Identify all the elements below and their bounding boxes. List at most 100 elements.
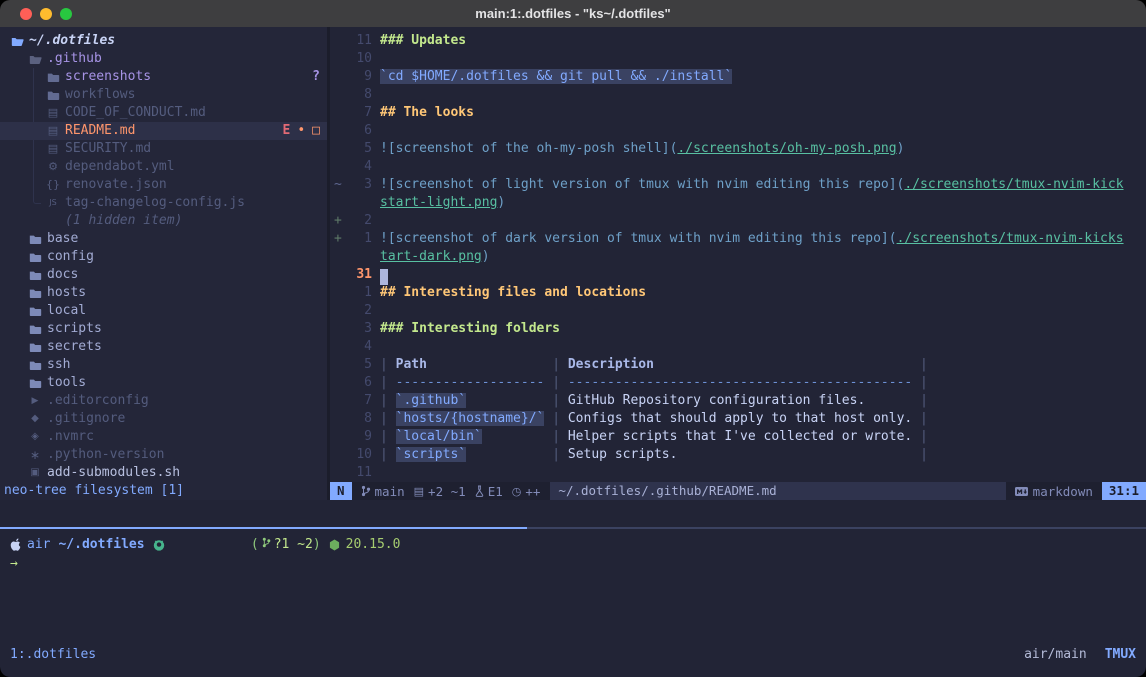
- tree-item-.gitignore[interactable]: ◆.gitignore: [0, 410, 330, 428]
- line-text: ## Interesting files and locations: [380, 285, 646, 300]
- tree-item--1-hidden-item-[interactable]: (1 hidden item): [0, 212, 330, 230]
- text-segment: GitHub Repository configuration files.: [568, 393, 865, 408]
- editor-line[interactable]: ~3![screenshot of light version of tmux …: [330, 176, 1146, 194]
- inline-code: `local/bin`: [396, 429, 482, 444]
- line-text: ![screenshot of the oh-my-posh shell](./…: [380, 141, 904, 156]
- editor-line[interactable]: +1![screenshot of dark version of tmux w…: [330, 230, 1146, 248]
- editor-pane[interactable]: 11### Updates109`cd $HOME/.dotfiles && g…: [330, 27, 1146, 500]
- tree-item-code_of_conduct.md[interactable]: ▤CODE_OF_CONDUCT.md: [0, 104, 330, 122]
- markdown-link[interactable]: ./screenshots/oh-my-posh.png: [677, 141, 896, 156]
- titlebar[interactable]: main:1:.dotfiles - "ks~/.dotfiles": [0, 0, 1146, 28]
- tree-item-screenshots[interactable]: screenshots?: [0, 68, 330, 86]
- heading-text: ## Interesting files and locations: [380, 285, 646, 300]
- text-segment: |: [912, 411, 928, 426]
- tree-item-local[interactable]: local: [0, 302, 330, 320]
- tree-item-label: SECURITY.md: [65, 140, 151, 158]
- markdown-link[interactable]: ./screenshots/tmux-nvim-kicks: [897, 231, 1124, 246]
- editor-line[interactable]: 5![screenshot of the oh-my-posh shell](.…: [330, 140, 1146, 158]
- tree-item-security.md[interactable]: ▤SECURITY.md: [0, 140, 330, 158]
- tree-item-label: base: [47, 230, 78, 248]
- git-edit-icon: [262, 537, 271, 548]
- tree-item-workflows[interactable]: workflows: [0, 86, 330, 104]
- editor-line[interactable]: +2: [330, 212, 1146, 230]
- tree-item-scripts[interactable]: scripts: [0, 320, 330, 338]
- markdown-link[interactable]: tart-dark.png: [380, 249, 482, 264]
- tree-item-tag-changelog-config.js[interactable]: JStag-changelog-config.js: [0, 194, 330, 212]
- git-status-marks: ?: [312, 68, 330, 86]
- editor-line[interactable]: 9| `local/bin` | Helper scripts that I'v…: [330, 428, 1146, 446]
- tree-item-base[interactable]: base: [0, 230, 330, 248]
- inline-code: `cd $HOME/.dotfiles && git pull && ./ins…: [380, 69, 732, 84]
- line-number: 11: [342, 32, 372, 50]
- tree-item-docs[interactable]: docs: [0, 266, 330, 284]
- tree-item-tools[interactable]: tools: [0, 374, 330, 392]
- folder-icon: [44, 90, 62, 101]
- tree-item-add-submodules.sh[interactable]: ▣add-submodules.sh: [0, 464, 330, 482]
- text-segment: ): [482, 249, 490, 264]
- tree-item-readme.md[interactable]: ▤README.mdE•□: [0, 122, 330, 140]
- tree-item-.python-version[interactable]: ∗.python-version: [0, 446, 330, 464]
- status-mark: ?: [312, 68, 320, 86]
- editor-line[interactable]: 7| `.github` | GitHub Repository configu…: [330, 392, 1146, 410]
- line-number: 2: [342, 302, 372, 320]
- editor-line[interactable]: 9`cd $HOME/.dotfiles && git pull && ./in…: [330, 68, 1146, 86]
- tree-item-label: (1 hidden item): [65, 212, 182, 230]
- editor-line[interactable]: tart-dark.png): [330, 248, 1146, 266]
- editor-line[interactable]: 31: [330, 266, 1146, 284]
- file-star-icon: ∗: [26, 446, 44, 464]
- file-script-icon: ▣: [26, 464, 44, 482]
- git-diff-group: ▤+2 ~1: [414, 484, 466, 499]
- prompt-host: air: [27, 535, 50, 554]
- tree-item-.github[interactable]: .github: [0, 50, 330, 68]
- editor-line[interactable]: 6| ------------------- | ---------------…: [330, 374, 1146, 392]
- line-number: 7: [342, 104, 372, 122]
- line-number: 31: [342, 266, 372, 284]
- tree-item-ssh[interactable]: ssh: [0, 356, 330, 374]
- editor-line[interactable]: 5| Path | Description |: [330, 356, 1146, 374]
- editor-line[interactable]: 1 ## Interesting files and locations: [330, 284, 1146, 302]
- text-segment: Helper scripts that I've collected or wr…: [568, 429, 912, 444]
- tree-item-.nvmrc[interactable]: ◈.nvmrc: [0, 428, 330, 446]
- editor-line[interactable]: 10: [330, 50, 1146, 68]
- editor-line[interactable]: start-light.png): [330, 194, 1146, 212]
- editor-line[interactable]: 8| `hosts/{hostname}/` | Configs that sh…: [330, 410, 1146, 428]
- editor-line[interactable]: 11### Updates: [330, 32, 1146, 50]
- text-segment: Setup scripts.: [568, 447, 678, 462]
- tree-item-renovate.json[interactable]: {}renovate.json: [0, 176, 330, 194]
- window-title: main:1:.dotfiles - "ks~/.dotfiles": [0, 0, 1146, 27]
- file-gear-icon: ⚙: [44, 158, 62, 176]
- tree-item-dependabot.yml[interactable]: ⚙dependabot.yml: [0, 158, 330, 176]
- shell-prompt: air ~/.dotfiles (?1 ~2) 20.15.0: [10, 535, 1136, 554]
- editor-line[interactable]: 11: [330, 464, 1146, 482]
- tree-item--.dotfiles[interactable]: ~/.dotfiles: [0, 32, 330, 50]
- editor-line[interactable]: 6: [330, 122, 1146, 140]
- editor-line[interactable]: 4: [330, 158, 1146, 176]
- tree-item-hosts[interactable]: hosts: [0, 284, 330, 302]
- editor-line[interactable]: 4: [330, 338, 1146, 356]
- line-number: 10: [342, 446, 372, 464]
- line-text: tart-dark.png): [380, 249, 490, 264]
- text-segment: |: [380, 393, 396, 408]
- editor-line[interactable]: 10| `scripts` | Setup scripts. |: [330, 446, 1146, 464]
- shell-pane[interactable]: air ~/.dotfiles (?1 ~2) 20.15.0 →: [10, 535, 1136, 573]
- editor-line[interactable]: 3### Interesting folders: [330, 320, 1146, 338]
- flask-icon: [475, 485, 484, 497]
- text-segment: ): [897, 141, 905, 156]
- tree-item-.editorconfig[interactable]: ▶.editorconfig: [0, 392, 330, 410]
- text-segment: |: [380, 357, 396, 372]
- markdown-link[interactable]: ./screenshots/tmux-nvim-kick: [904, 177, 1123, 192]
- editor-line[interactable]: 2: [330, 302, 1146, 320]
- editor-line[interactable]: 7## The looks: [330, 104, 1146, 122]
- markdown-link[interactable]: start-light.png: [380, 195, 497, 210]
- line-number: 1: [342, 284, 372, 302]
- tree-item-secrets[interactable]: secrets: [0, 338, 330, 356]
- buffer-icon: ▤: [414, 485, 424, 498]
- tree-item-label: README.md: [65, 122, 135, 140]
- heading-text: ### Interesting folders: [380, 321, 560, 336]
- tmux-window-label[interactable]: 1:.dotfiles: [10, 647, 96, 662]
- folder-icon: [26, 270, 44, 281]
- text-segment: Configs that should apply to that host o…: [568, 411, 912, 426]
- tree-item-label: screenshots: [65, 68, 151, 86]
- editor-line[interactable]: 8: [330, 86, 1146, 104]
- tree-item-config[interactable]: config: [0, 248, 330, 266]
